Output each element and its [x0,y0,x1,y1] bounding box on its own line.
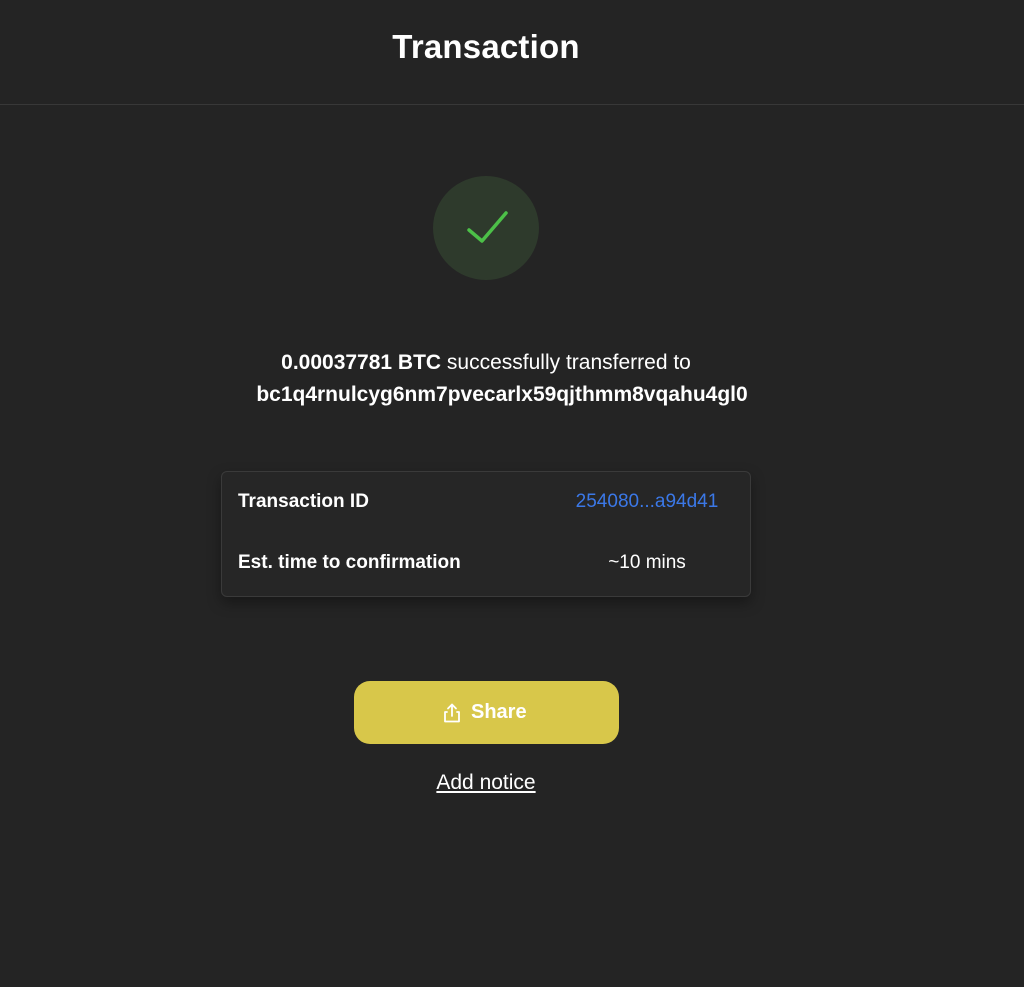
share-button[interactable]: Share [354,681,619,744]
share-button-label: Share [471,701,527,723]
transaction-id-label: Transaction ID [238,491,369,512]
confirmation-time-row: Est. time to confirmation ~10 mins [238,552,736,580]
transfer-message: 0.00037781 BTC successfully transferred … [0,347,972,411]
share-icon [444,703,460,723]
confirmation-time-label: Est. time to confirmation [238,552,461,573]
transaction-details-card: Transaction ID 254080...a94d41 Est. time… [221,471,751,597]
recipient-address: bc1q4rnulcyg6nm7pvecarlx59qjthmm8vqahu4g… [256,383,748,406]
transfer-amount: 0.00037781 BTC [281,351,442,374]
checkmark-icon [467,211,508,243]
header-bar: Transaction [0,0,1024,105]
transaction-id-link[interactable]: 254080...a94d41 [558,491,736,513]
transaction-id-row: Transaction ID 254080...a94d41 [238,491,736,519]
add-notice-link[interactable]: Add notice [0,771,972,795]
success-status-badge [433,176,539,280]
confirmation-time-value: ~10 mins [608,552,686,573]
transfer-text: successfully transferred to [441,351,691,374]
page-title: Transaction [392,28,580,65]
